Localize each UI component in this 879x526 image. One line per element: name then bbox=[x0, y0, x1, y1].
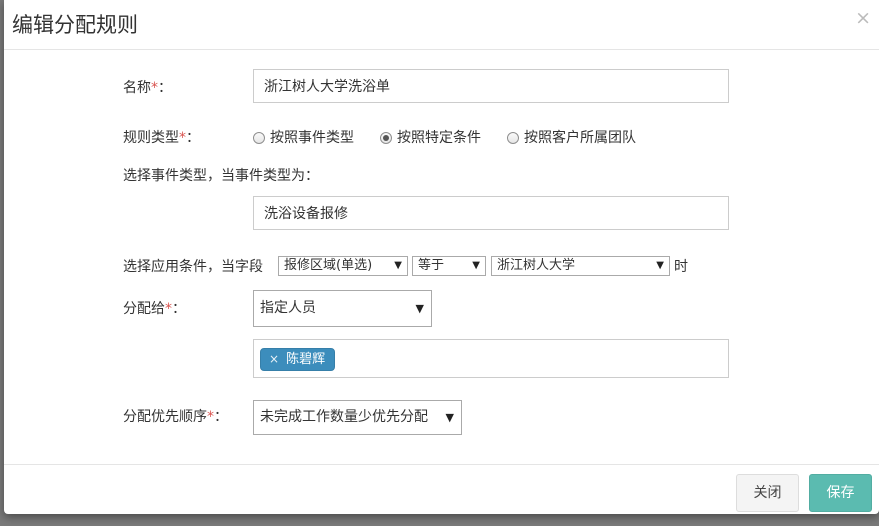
event-type-label: 选择事件类型，当事件类型为： bbox=[123, 168, 319, 184]
condition-operator-select[interactable]: 等于 ▼ bbox=[412, 256, 486, 276]
priority-select[interactable]: 未完成工作数量少优先分配 ▼ bbox=[253, 400, 462, 435]
condition-suffix: 时 bbox=[674, 259, 688, 275]
caret-down-icon: ▼ bbox=[472, 260, 480, 271]
label-colon: ： bbox=[186, 130, 200, 146]
name-label-text: 名称 bbox=[123, 80, 151, 96]
required-mark: * bbox=[151, 80, 158, 96]
label-colon: ： bbox=[158, 80, 172, 96]
radio-by-customer-team[interactable]: 按照客户所属团队 bbox=[507, 128, 636, 148]
radio-button-icon[interactable] bbox=[253, 132, 265, 144]
radio-label: 按照事件类型 bbox=[270, 130, 354, 146]
select-value: 报修区域(单选) bbox=[284, 258, 373, 273]
select-value: 指定人员 bbox=[260, 300, 316, 316]
assign-to-label-text: 分配给 bbox=[123, 301, 165, 317]
caret-down-icon: ▼ bbox=[445, 411, 454, 424]
event-type-input[interactable] bbox=[253, 196, 729, 230]
dialog-header: 编辑分配规则 × bbox=[4, 0, 879, 50]
dialog-title: 编辑分配规则 bbox=[12, 13, 138, 37]
caret-down-icon: ▼ bbox=[394, 260, 402, 271]
label-colon: ： bbox=[214, 409, 228, 425]
assign-to-select[interactable]: 指定人员 ▼ bbox=[253, 290, 432, 327]
radio-button-checked-icon[interactable] bbox=[380, 132, 392, 144]
priority-label-text: 分配优先顺序 bbox=[123, 409, 207, 425]
caret-down-icon: ▼ bbox=[656, 260, 664, 271]
radio-label: 按照客户所属团队 bbox=[524, 130, 636, 146]
name-label: 名称*： bbox=[123, 78, 172, 98]
rule-type-label-text: 规则类型 bbox=[123, 130, 179, 146]
radio-by-event-type[interactable]: 按照事件类型 bbox=[253, 128, 354, 148]
select-value: 浙江树人大学 bbox=[497, 258, 576, 273]
assignee-tag-input[interactable]: × 陈碧辉 bbox=[253, 339, 729, 378]
close-button[interactable]: 关闭 bbox=[736, 474, 799, 512]
dialog-footer: 关闭 保存 bbox=[4, 464, 879, 515]
condition-field-select[interactable]: 报修区域(单选) ▼ bbox=[278, 256, 408, 276]
rule-type-label: 规则类型*： bbox=[123, 128, 200, 148]
name-input[interactable] bbox=[253, 69, 729, 103]
required-mark: * bbox=[165, 301, 172, 317]
radio-label: 按照特定条件 bbox=[397, 130, 481, 146]
select-value: 等于 bbox=[418, 258, 445, 273]
caret-down-icon: ▼ bbox=[415, 302, 424, 315]
close-icon[interactable]: × bbox=[855, 8, 871, 28]
condition-label: 选择应用条件，当字段 bbox=[123, 259, 263, 275]
assign-to-label: 分配给*： bbox=[123, 299, 186, 319]
assignee-tag: × 陈碧辉 bbox=[260, 348, 336, 371]
required-mark: * bbox=[179, 130, 186, 146]
select-value: 未完成工作数量少优先分配 bbox=[260, 409, 428, 425]
radio-by-specific-condition[interactable]: 按照特定条件 bbox=[380, 128, 481, 148]
radio-button-icon[interactable] bbox=[507, 132, 519, 144]
required-mark: * bbox=[207, 409, 214, 425]
save-button[interactable]: 保存 bbox=[809, 474, 872, 512]
tag-label: 陈碧辉 bbox=[286, 352, 326, 367]
edit-rule-dialog: 编辑分配规则 × 名称*： 规则类型*： 按照事件类型 按照特定条件 按照客户所… bbox=[4, 0, 879, 514]
remove-tag-icon[interactable]: × bbox=[269, 349, 279, 370]
priority-label: 分配优先顺序*： bbox=[123, 407, 228, 427]
condition-value-select[interactable]: 浙江树人大学 ▼ bbox=[491, 256, 670, 276]
label-colon: ： bbox=[172, 301, 186, 317]
